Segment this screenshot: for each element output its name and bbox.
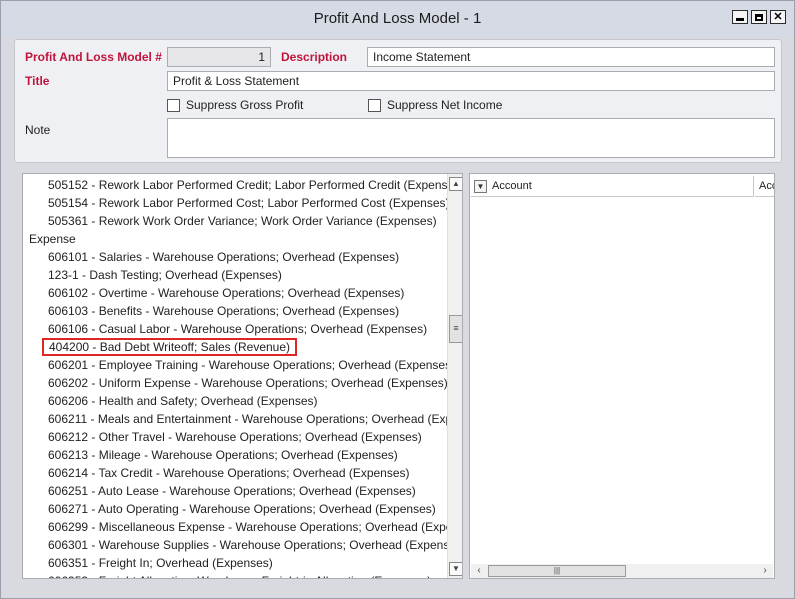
list-group-header[interactable]: Expense	[29, 230, 76, 248]
suppress-net-income-label: Suppress Net Income	[387, 98, 503, 112]
note-label: Note	[25, 123, 51, 137]
list-item[interactable]: 606201 - Employee Training - Warehouse O…	[48, 356, 447, 374]
note-field[interactable]	[167, 118, 775, 158]
account-grid-panel: ▼ Account Acc ‹ ||| ›	[469, 173, 775, 579]
window-title: Profit And Loss Model - 1	[313, 10, 482, 27]
column-header-acc[interactable]: Acc	[755, 176, 774, 197]
title-label: Title	[25, 74, 50, 88]
description-field[interactable]: Income Statement	[367, 47, 775, 67]
suppress-gross-profit-label: Suppress Gross Profit	[186, 98, 304, 112]
title-bar[interactable]: Profit And Loss Model - 1 ✕	[1, 1, 794, 37]
list-item[interactable]: 606214 - Tax Credit - Warehouse Operatio…	[48, 464, 410, 482]
list-item[interactable]: 505361 - Rework Work Order Variance; Wor…	[48, 212, 437, 230]
model-details-panel: Profit And Loss Model # 1 Description In…	[14, 39, 782, 163]
horizontal-scrollbar[interactable]: ‹ ||| ›	[471, 564, 773, 578]
model-number-label: Profit And Loss Model #	[25, 50, 162, 64]
list-item[interactable]: 606102 - Overtime - Warehouse Operations…	[48, 284, 404, 302]
column-header-account-label: Account	[492, 180, 532, 192]
list-item[interactable]: 606351 - Freight In; Overhead (Expenses)	[48, 554, 273, 572]
profit-and-loss-model-window: Profit And Loss Model - 1 ✕ Profit And L…	[0, 0, 795, 599]
list-item[interactable]: 606211 - Meals and Entertainment - Wareh…	[48, 410, 447, 428]
list-item[interactable]: 606271 - Auto Operating - Warehouse Oper…	[48, 500, 436, 518]
list-item[interactable]: 606301 - Warehouse Supplies - Warehouse …	[48, 536, 447, 554]
column-menu-icon[interactable]: ▼	[474, 180, 487, 193]
vertical-scrollbar[interactable]: ▲ ≡ ▼	[447, 174, 462, 578]
list-item[interactable]: 606353 - Freight Allocation; Warehouse F…	[48, 572, 431, 578]
title-field[interactable]: Profit & Loss Statement	[167, 71, 775, 91]
minimize-icon	[736, 18, 744, 21]
list-item[interactable]: 606106 - Casual Labor - Warehouse Operat…	[48, 320, 427, 338]
list-item[interactable]: 606103 - Benefits - Warehouse Operations…	[48, 302, 399, 320]
list-item[interactable]: 505154 - Rework Labor Performed Cost; La…	[48, 194, 447, 212]
list-item[interactable]: 606206 - Health and Safety; Overhead (Ex…	[48, 392, 318, 410]
chevron-down-icon[interactable]: ▼	[449, 562, 462, 576]
scroll-thumb[interactable]: ≡	[449, 315, 462, 343]
list-item[interactable]: 606299 - Miscellaneous Expense - Warehou…	[48, 518, 447, 536]
suppress-net-income-checkbox[interactable]: Suppress Net Income	[368, 98, 502, 112]
description-label: Description	[281, 50, 348, 64]
suppress-net-income-box[interactable]	[368, 98, 381, 112]
model-number-field: 1	[167, 47, 271, 67]
horizontal-scroll-thumb[interactable]: |||	[488, 565, 626, 577]
list-item[interactable]: 606202 - Uniform Expense - Warehouse Ope…	[48, 374, 447, 392]
account-list-panel: 505152 - Rework Labor Performed Credit; …	[22, 173, 463, 579]
chevron-left-icon[interactable]: ‹	[472, 564, 486, 578]
list-item[interactable]: 505152 - Rework Labor Performed Credit; …	[48, 176, 447, 194]
maximize-icon	[755, 13, 763, 21]
column-header-acc-label: Acc	[759, 180, 774, 192]
suppress-gross-profit-box[interactable]	[167, 98, 180, 112]
account-list[interactable]: 505152 - Rework Labor Performed Credit; …	[23, 174, 447, 578]
list-item[interactable]: 606101 - Salaries - Warehouse Operations…	[48, 248, 399, 266]
list-item[interactable]: 404200 - Bad Debt Writeoff; Sales (Reven…	[42, 338, 298, 356]
list-item[interactable]: 123-1 - Dash Testing; Overhead (Expenses…	[48, 266, 282, 284]
column-header-account[interactable]: ▼ Account	[471, 176, 754, 197]
maximize-button[interactable]	[751, 10, 767, 24]
chevron-up-icon[interactable]: ▲	[449, 177, 462, 191]
minimize-button[interactable]	[732, 10, 748, 24]
list-item[interactable]: 606212 - Other Travel - Warehouse Operat…	[48, 428, 422, 446]
close-icon: ✕	[773, 10, 783, 23]
list-item[interactable]: 606251 - Auto Lease - Warehouse Operatio…	[48, 482, 416, 500]
list-item[interactable]: 606213 - Mileage - Warehouse Operations;…	[48, 446, 398, 464]
chevron-right-icon[interactable]: ›	[758, 564, 772, 578]
close-button[interactable]: ✕	[770, 10, 786, 24]
suppress-gross-profit-checkbox[interactable]: Suppress Gross Profit	[167, 98, 303, 112]
